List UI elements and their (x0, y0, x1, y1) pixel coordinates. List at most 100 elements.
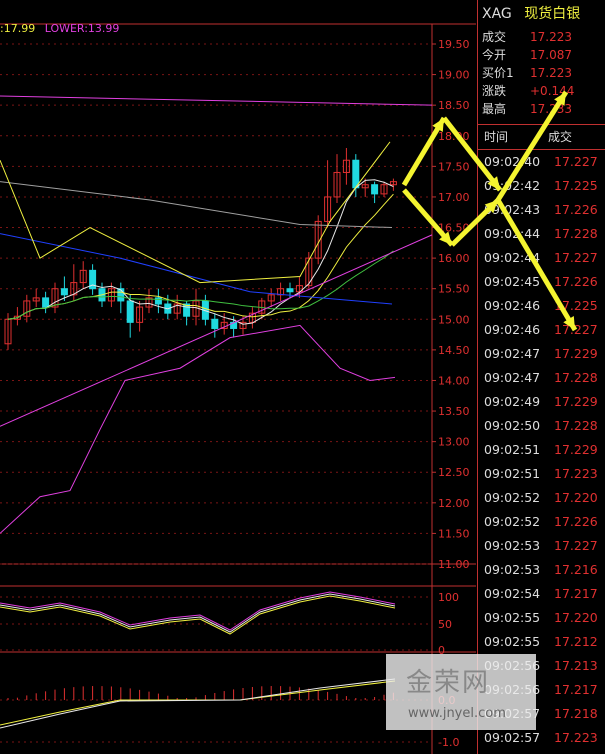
ticks-header-time: 时间 (484, 130, 509, 144)
tick-time: 09:02:55 (484, 610, 541, 625)
tick-row[interactable]: 09:02:52 17.220 (478, 486, 605, 510)
tick-price: 17.229 (554, 442, 598, 457)
kdj-tick-label: 100 (438, 591, 459, 604)
tick-row[interactable]: 09:02:44 17.228 (478, 222, 605, 246)
bollinger-legend: :17.99 LOWER:13.99 (0, 22, 119, 35)
price-tick-label: 15.00 (438, 313, 470, 326)
price-tick-label: 14.50 (438, 344, 470, 357)
quote-label: 涨跌 (482, 84, 507, 98)
tick-time: 09:02:53 (484, 538, 541, 553)
candle-body (60, 288, 68, 296)
tick-time: 09:02:40 (484, 154, 541, 169)
symbol-code: XAG (482, 6, 512, 22)
tick-time: 09:02:47 (484, 346, 541, 361)
tick-time: 09:02:44 (484, 250, 541, 265)
magenta-trendline (0, 234, 433, 427)
candle-body (371, 184, 379, 195)
chart-canvas[interactable]: 19.50 19.00 18.50 18.00 17.50 17.00 16.50 16.00… (0, 0, 476, 754)
tick-price: 17.228 (554, 370, 598, 385)
ticks-header-price: 成交 (548, 130, 573, 144)
tick-row[interactable]: 09:02:47 17.228 (478, 366, 605, 390)
tick-time: 09:02:49 (484, 394, 541, 409)
tick-price: 17.226 (554, 274, 598, 289)
tick-price: 17.229 (554, 394, 598, 409)
kdj-k-line (0, 593, 396, 633)
price-tick-label: 18.00 (438, 130, 470, 143)
tick-time: 09:02:55 (484, 634, 541, 649)
quote-label: 最高 (482, 102, 507, 116)
tick-time: 09:02:53 (484, 562, 541, 577)
tick-price: 17.227 (554, 538, 598, 553)
quote-label: 买价1 (482, 66, 514, 80)
quote-value: +0.144 (530, 84, 575, 98)
quote-label: 今开 (482, 48, 507, 62)
quote-panel: XAG 现货白银 成交 17.223 今开 17.087 买价1 17.223 涨跌 +0.1… (477, 0, 605, 754)
lower-band-label: LOWER:13.99 (44, 22, 120, 35)
tick-time: 09:02:52 (484, 490, 541, 505)
tick-time: 09:02:52 (484, 514, 541, 529)
tick-price: 17.226 (554, 514, 598, 529)
symbol-name: 现货白银 (524, 6, 581, 22)
tick-row[interactable]: 09:02:40 17.227 (478, 150, 605, 174)
price-tick-label: 13.50 (438, 405, 470, 418)
quote-row: 最高 17.233 (478, 100, 605, 118)
tick-row[interactable]: 09:02:43 17.226 (478, 198, 605, 222)
quote-row: 成交 17.223 (478, 28, 605, 46)
tick-price: 17.225 (554, 298, 598, 313)
tick-row[interactable]: 09:02:47 17.229 (478, 342, 605, 366)
price-tick-label: 13.00 (438, 436, 470, 449)
tick-time: 09:02:43 (484, 202, 541, 217)
tick-price: 17.218 (554, 706, 598, 721)
tick-row[interactable]: 09:02:44 17.227 (478, 246, 605, 270)
tick-row[interactable]: 09:02:51 17.223 (478, 462, 605, 486)
candle-body (126, 300, 134, 323)
tick-price: 17.213 (554, 658, 598, 673)
tick-row[interactable]: 09:02:55 17.212 (478, 630, 605, 654)
tick-row[interactable]: 09:02:45 17.226 (478, 270, 605, 294)
grey-ma-line (0, 181, 393, 229)
price-tick-label: 17.50 (438, 160, 470, 173)
ma5-line (7, 179, 394, 325)
quote-value: 17.087 (530, 48, 572, 62)
tick-row[interactable]: 09:02:49 17.229 (478, 390, 605, 414)
quote-value: 17.223 (530, 66, 572, 80)
tick-row[interactable]: 09:02:50 17.228 (478, 414, 605, 438)
kdj-tick-label: 50 (438, 618, 452, 631)
panel-title: XAG 现货白银 (478, 0, 605, 28)
tick-price: 17.226 (554, 202, 598, 217)
tick-time: 09:02:42 (484, 178, 541, 193)
tick-time: 09:02:47 (484, 370, 541, 385)
boll-upper-line (0, 141, 391, 284)
tick-time: 09:02:46 (484, 322, 541, 337)
tick-time: 09:02:50 (484, 418, 541, 433)
tick-price: 17.227 (554, 322, 598, 337)
tick-row[interactable]: 09:02:42 17.225 (478, 174, 605, 198)
watermark: 金荣网 www.jnyel.com (386, 654, 536, 730)
boll-lower-line (0, 324, 396, 534)
price-tick-label: 14.00 (438, 374, 470, 387)
price-tick-label: 11.50 (438, 527, 470, 540)
kline-chart[interactable]: 19.50 19.00 18.50 18.00 17.50 17.00 16.50 16.00… (0, 0, 476, 754)
tick-time: 09:02:44 (484, 226, 541, 241)
tick-row[interactable]: 09:02:52 17.226 (478, 510, 605, 534)
watermark-logo: 金荣网 (406, 668, 491, 698)
tick-price: 17.217 (554, 682, 598, 697)
kdj-j-line (0, 591, 396, 631)
tick-time: 09:02:51 (484, 442, 541, 457)
tick-row[interactable]: 09:02:54 17.217 (478, 582, 605, 606)
tick-price: 17.228 (554, 226, 598, 241)
candle-body (211, 318, 219, 329)
quote-row: 涨跌 +0.144 (478, 82, 605, 100)
tick-price: 17.223 (554, 466, 598, 481)
tick-row[interactable]: 09:02:53 17.227 (478, 534, 605, 558)
tick-price: 17.217 (554, 586, 598, 601)
tick-row[interactable]: 09:02:51 17.229 (478, 438, 605, 462)
tick-row[interactable]: 09:02:53 17.216 (478, 558, 605, 582)
quote-row: 今开 17.087 (478, 46, 605, 64)
tick-row[interactable]: 09:02:46 17.227 (478, 318, 605, 342)
tick-price: 17.223 (554, 730, 598, 745)
price-tick-label: 16.00 (438, 252, 470, 265)
tick-row[interactable]: 09:02:46 17.225 (478, 294, 605, 318)
tick-time: 09:02:46 (484, 298, 541, 313)
tick-row[interactable]: 09:02:55 17.220 (478, 606, 605, 630)
